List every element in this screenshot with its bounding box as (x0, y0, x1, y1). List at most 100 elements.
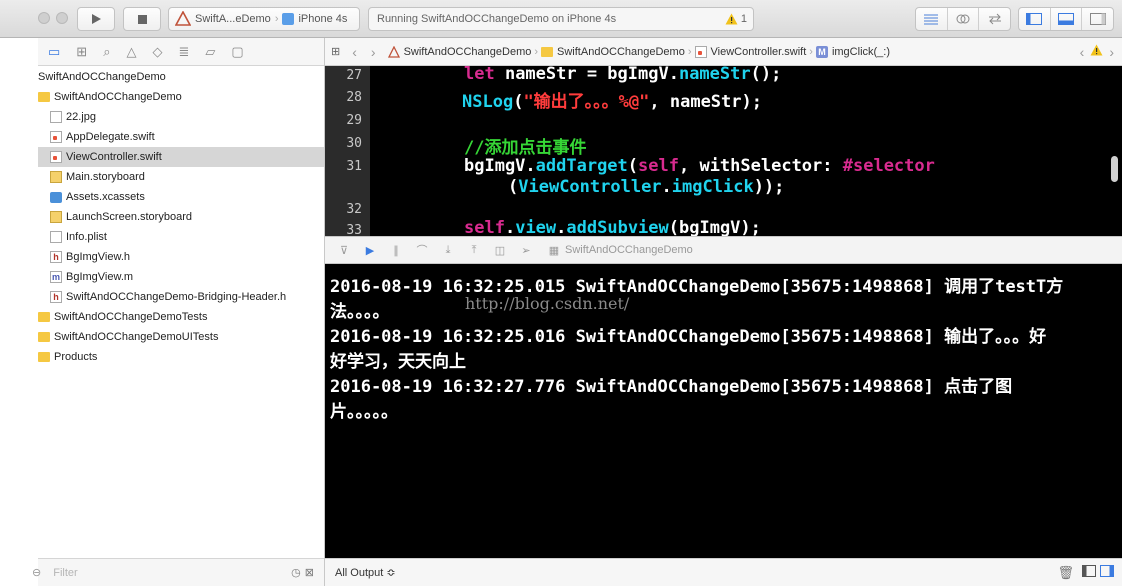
file-tree-item[interactable]: SwiftAndOCChangeDemo (38, 67, 324, 87)
storyboard-icon (50, 211, 62, 223)
jump-group[interactable]: SwiftAndOCChangeDemo (541, 46, 685, 58)
breakpoints-toggle-icon[interactable]: ▶ (363, 243, 377, 257)
file-tree-item-label: SwiftAndOCChangeDemo-Bridging-Header.h (66, 291, 287, 303)
issue-warning-icon[interactable] (1090, 44, 1103, 59)
stop-icon (137, 14, 147, 24)
debug-target-label: SwiftAndOCChangeDemo (565, 244, 693, 256)
jump-file[interactable]: ViewController.swift (694, 45, 807, 58)
breakpoint-navigator-icon[interactable]: ▱ (205, 44, 215, 60)
pause-icon[interactable]: ∥ (389, 243, 403, 257)
arrows-icon (988, 13, 1001, 25)
file-tree-item[interactable]: h SwiftAndOCChangeDemo-Bridging-Header.h (38, 287, 324, 307)
file-tree-item[interactable]: SwiftAndOCChangeDemo (38, 87, 324, 107)
variables-view-toggle[interactable] (1082, 565, 1096, 580)
forward-chevron-icon[interactable]: › (371, 44, 376, 60)
scheme-selector[interactable]: SwiftA...eDemo › iPhone 4s (168, 7, 360, 31)
output-filter-select[interactable]: All Output ≎ (335, 566, 396, 579)
trash-icon[interactable]: 🗑 (1057, 565, 1074, 581)
filter-scm-icon[interactable]: ⊠ (305, 566, 314, 579)
jump-project[interactable]: SwiftAndOCChangeDemo (387, 45, 531, 58)
step-into-icon[interactable]: ⤓ (441, 243, 455, 257)
file-tree-item[interactable]: Main.storyboard (38, 167, 324, 187)
line-number-gutter[interactable]: 27 28 29 30 31 32 33 (325, 66, 370, 236)
right-panel-icon (1089, 13, 1106, 25)
method-icon: M (815, 45, 828, 58)
file-tree-item[interactable]: AppDelegate.swift (38, 127, 324, 147)
debug-navigator-icon[interactable]: ≣ (178, 44, 189, 60)
line-number: 32 (346, 202, 362, 217)
file-tree-item[interactable]: 22.jpg (38, 107, 324, 127)
file-tree-item-label: AppDelegate.swift (66, 131, 155, 143)
hide-debug-area-icon[interactable]: ⊽ (337, 243, 351, 257)
target-app-icon: ▦ (548, 244, 560, 257)
source-editor[interactable]: 27 28 29 30 31 32 33 let nameStr = bgImg… (325, 66, 1122, 236)
navigator-filter-bar: ⊖ Filter ◷ ⊠ (32, 558, 324, 586)
related-items-grid-icon[interactable]: ⊞ (331, 45, 340, 58)
issue-navigator-warning-icon[interactable]: △ (126, 44, 136, 60)
close-window-button[interactable] (38, 12, 50, 24)
plist-icon (50, 231, 62, 243)
header-file-icon: h (50, 291, 62, 303)
run-button[interactable] (77, 7, 115, 31)
console-line: 2016-08-19 16:32:27.776 SwiftAndOCChange… (330, 377, 1013, 397)
editor-mode-control (915, 7, 1011, 31)
file-tree-item[interactable]: ViewController.swift (38, 147, 324, 167)
swift-file-icon (50, 151, 62, 163)
jump-bar: ⊞ ‹ › SwiftAndOCChangeDemo › SwiftAndOCC… (325, 38, 1122, 66)
step-out-icon[interactable]: ⤒ (467, 243, 481, 257)
separator-chevron-icon: › (809, 45, 813, 58)
jump-symbol[interactable]: M imgClick(_:) (815, 45, 890, 58)
toggle-navigator-button[interactable] (1019, 8, 1051, 30)
jump-group-label: SwiftAndOCChangeDemo (557, 45, 685, 58)
view-debugger-icon[interactable]: ◫ (493, 243, 507, 257)
standard-editor-button[interactable] (916, 8, 948, 30)
version-editor-button[interactable] (979, 8, 1010, 30)
back-chevron-icon[interactable]: ‹ (352, 44, 357, 60)
navigator-selector-bar: ▭ ⊞ ⌕ △ ◇ ≣ ▱ ▢ (38, 38, 324, 66)
image-file-icon (50, 111, 62, 123)
watermark: http://blog.csdn.net/ (465, 294, 630, 313)
file-tree-item[interactable]: LaunchScreen.storyboard (38, 207, 324, 227)
location-arrow-icon[interactable]: ➢ (519, 243, 533, 257)
filter-icon: ⊖ (32, 567, 42, 579)
report-navigator-icon[interactable]: ▢ (231, 44, 243, 60)
project-navigator-folder-icon[interactable]: ▭ (48, 44, 60, 60)
storyboard-icon (50, 171, 62, 183)
assistant-editor-button[interactable] (948, 8, 980, 30)
file-tree-item[interactable]: SwiftAndOCChangeDemoTests (38, 307, 324, 327)
test-navigator-diamond-icon[interactable]: ◇ (152, 44, 162, 60)
file-tree-item[interactable]: SwiftAndOCChangeDemoUITests (38, 327, 324, 347)
step-over-icon[interactable]: ⌒ (415, 243, 429, 257)
minimize-window-button[interactable] (56, 12, 68, 24)
file-tree-item-label: Products (54, 351, 98, 363)
console-output[interactable]: 2016-08-19 16:32:25.015 SwiftAndOCChange… (325, 264, 1122, 558)
file-tree-item[interactable]: Info.plist (38, 227, 324, 247)
file-tree-item[interactable]: Assets.xcassets (38, 187, 324, 207)
assets-icon (50, 191, 62, 203)
previous-issue-chevron-icon[interactable]: ‹ (1080, 44, 1085, 60)
next-issue-chevron-icon[interactable]: › (1109, 44, 1114, 60)
file-tree-item-label: ViewController.swift (66, 151, 162, 163)
find-navigator-search-icon[interactable]: ⌕ (103, 44, 110, 60)
project-navigator: ▭ ⊞ ⌕ △ ◇ ≣ ▱ ▢ SwiftAndOCChangeDemo Swif… (32, 38, 325, 586)
line-number: 31 (346, 159, 362, 174)
toggle-utilities-button[interactable] (1082, 8, 1113, 30)
toggle-debug-area-button[interactable] (1051, 8, 1083, 30)
console-view-toggle[interactable] (1100, 565, 1114, 580)
file-tree-item[interactable]: Products (38, 347, 324, 367)
symbol-navigator-icon[interactable]: ⊞ (76, 44, 87, 60)
console-line: 片。。。。。 (330, 402, 398, 422)
jump-file-label: ViewController.swift (710, 45, 807, 58)
recent-files-clock-icon[interactable]: ◷ (291, 566, 301, 579)
filter-input[interactable]: Filter (53, 567, 77, 579)
separator-chevron-icon: › (687, 45, 692, 58)
file-tree-item[interactable]: h BgImgView.h (38, 247, 324, 267)
device-name: iPhone 4s (298, 13, 348, 25)
header-file-icon: h (50, 251, 62, 263)
editor-scrollbar[interactable] (1111, 156, 1118, 182)
file-tree-item[interactable]: m BgImgView.m (38, 267, 324, 287)
warning-indicator[interactable]: 1 (725, 13, 747, 25)
stop-button[interactable] (123, 7, 161, 31)
play-icon (92, 14, 101, 24)
file-tree-item-label: LaunchScreen.storyboard (66, 211, 192, 223)
